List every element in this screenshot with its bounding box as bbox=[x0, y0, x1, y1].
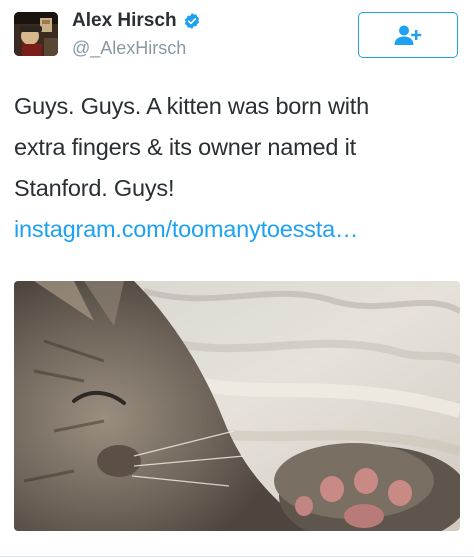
author-name-row: Alex Hirsch bbox=[72, 10, 201, 32]
bottom-divider bbox=[0, 556, 474, 557]
tweet-text-line: extra fingers & its owner named it bbox=[14, 134, 356, 160]
author-display-name[interactable]: Alex Hirsch bbox=[72, 10, 177, 32]
verified-badge-icon bbox=[183, 12, 201, 30]
tweet-header: Alex Hirsch @_AlexHirsch bbox=[0, 0, 474, 80]
author-handle[interactable]: @_AlexHirsch bbox=[72, 38, 186, 59]
kitten-photo-image bbox=[14, 281, 460, 531]
follow-button[interactable] bbox=[358, 12, 458, 58]
tweet-text: Guys. Guys. A kitten was born with extra… bbox=[14, 86, 462, 250]
tweet-media-photo[interactable] bbox=[14, 281, 460, 531]
tweet-text-line: Guys. Guys. A kitten was born with bbox=[14, 93, 369, 119]
avatar[interactable] bbox=[14, 12, 58, 56]
avatar-image bbox=[14, 12, 58, 56]
tweet-link[interactable]: instagram.com/toomanytoessta… bbox=[14, 209, 462, 250]
add-user-icon bbox=[394, 25, 422, 45]
tweet-text-line: Stanford. Guys! bbox=[14, 175, 175, 201]
